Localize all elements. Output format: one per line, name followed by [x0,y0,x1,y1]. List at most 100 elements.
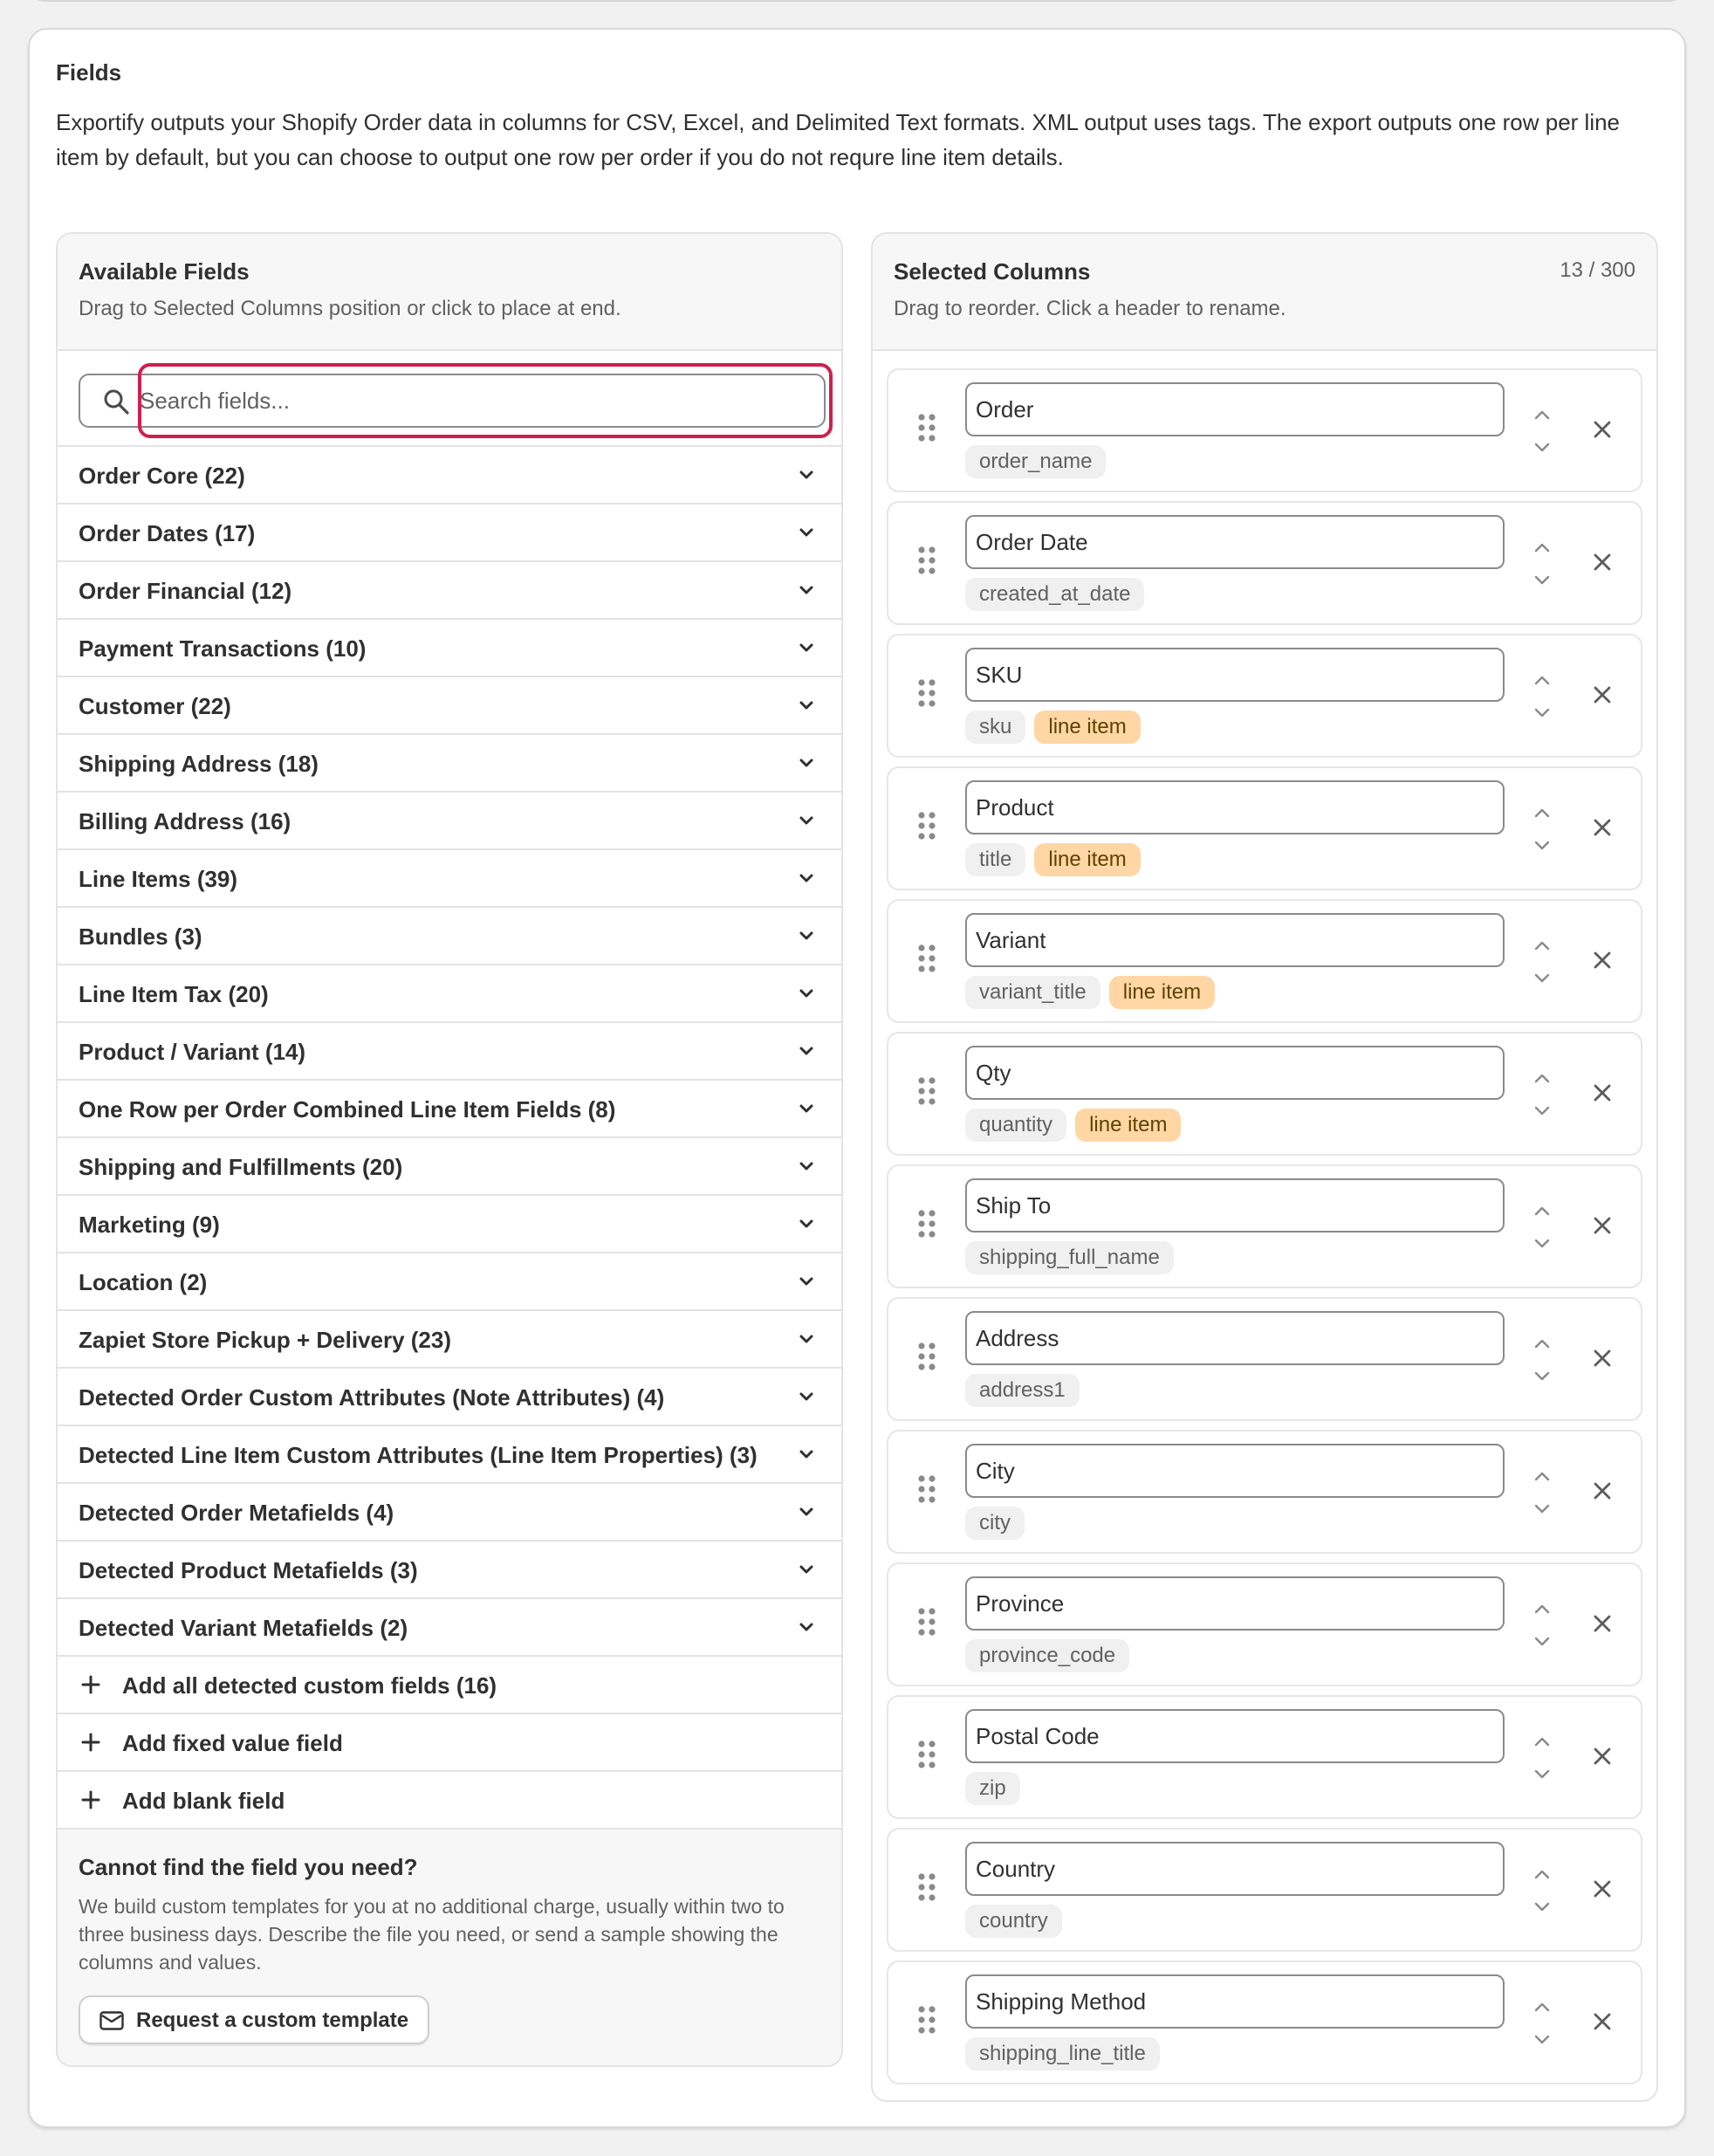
move-up-chevron-icon[interactable] [1532,409,1552,421]
category-row[interactable]: Detected Variant Metafields (2) [58,1599,841,1657]
move-down-chevron-icon[interactable] [1532,1901,1552,1913]
search-input[interactable] [140,376,820,425]
move-down-chevron-icon[interactable] [1532,972,1552,985]
drag-handle-icon[interactable] [916,677,937,709]
column-header-input[interactable] [965,648,1505,702]
move-up-chevron-icon[interactable] [1532,1072,1552,1084]
move-up-chevron-icon[interactable] [1532,807,1552,819]
selected-column-item[interactable]: country [887,1828,1642,1952]
selected-column-item[interactable]: created_at_date [887,501,1642,625]
category-row[interactable]: One Row per Order Combined Line Item Fie… [58,1081,841,1138]
drag-handle-icon[interactable] [916,810,937,841]
remove-column-x-icon[interactable] [1592,950,1613,971]
drag-handle-icon[interactable] [916,1739,937,1770]
drag-handle-icon[interactable] [916,412,937,443]
category-row[interactable]: Zapiet Store Pickup + Delivery (23) [58,1311,841,1369]
column-header-input[interactable] [965,515,1505,569]
selected-column-item[interactable]: zip [887,1695,1642,1819]
remove-column-x-icon[interactable] [1592,1878,1613,1899]
selected-column-item[interactable]: province_code [887,1562,1642,1686]
move-up-chevron-icon[interactable] [1532,1337,1552,1349]
column-header-input[interactable] [965,1842,1505,1896]
remove-column-x-icon[interactable] [1592,1480,1613,1501]
category-row[interactable]: Detected Order Custom Attributes (Note A… [58,1369,841,1426]
category-row[interactable]: Payment Transactions (10) [58,620,841,677]
drag-handle-icon[interactable] [916,943,937,974]
drag-handle-icon[interactable] [916,545,937,576]
category-row[interactable]: Product / Variant (14) [58,1023,841,1081]
column-header-input[interactable] [965,1576,1505,1631]
category-row[interactable]: Detected Line Item Custom Attributes (Li… [58,1426,841,1484]
remove-column-x-icon[interactable] [1592,552,1613,573]
column-header-input[interactable] [965,1046,1505,1100]
selected-column-item[interactable]: address1 [887,1297,1642,1421]
category-row[interactable]: Detected Order Metafields (4) [58,1484,841,1541]
selected-column-item[interactable]: city [887,1430,1642,1554]
selected-column-item[interactable]: order_name [887,368,1642,492]
search-box[interactable] [79,374,826,428]
remove-column-x-icon[interactable] [1592,1613,1613,1634]
category-row[interactable]: Marketing (9) [58,1196,841,1253]
category-row[interactable]: Location (2) [58,1253,841,1311]
category-row[interactable]: Shipping Address (18) [58,735,841,793]
move-up-chevron-icon[interactable] [1532,1470,1552,1482]
add-field-action[interactable]: Add blank field [58,1772,841,1830]
column-header-input[interactable] [965,1974,1505,2029]
move-down-chevron-icon[interactable] [1532,574,1552,587]
category-row[interactable]: Shipping and Fulfillments (20) [58,1138,841,1196]
move-up-chevron-icon[interactable] [1532,939,1552,951]
category-row[interactable]: Line Items (39) [58,850,841,908]
move-down-chevron-icon[interactable] [1532,1105,1552,1117]
move-up-chevron-icon[interactable] [1532,1735,1552,1747]
category-row[interactable]: Customer (22) [58,677,841,735]
move-down-chevron-icon[interactable] [1532,1370,1552,1383]
category-row[interactable]: Order Dates (17) [58,505,841,562]
remove-column-x-icon[interactable] [1592,817,1613,838]
drag-handle-icon[interactable] [916,1473,937,1505]
category-row[interactable]: Order Financial (12) [58,562,841,620]
column-header-input[interactable] [965,1709,1505,1763]
column-header-input[interactable] [965,913,1505,967]
category-row[interactable]: Detected Product Metafields (3) [58,1541,841,1599]
drag-handle-icon[interactable] [916,1871,937,1903]
column-header-input[interactable] [965,1444,1505,1498]
remove-column-x-icon[interactable] [1592,684,1613,705]
move-up-chevron-icon[interactable] [1532,2001,1552,2013]
selected-column-item[interactable]: shipping_line_title [887,1960,1642,2084]
selected-column-item[interactable]: variant_titleline item [887,899,1642,1023]
move-down-chevron-icon[interactable] [1532,1636,1552,1648]
drag-handle-icon[interactable] [916,2004,937,2036]
selected-column-item[interactable]: titleline item [887,766,1642,890]
add-field-action[interactable]: Add fixed value field [58,1714,841,1772]
drag-handle-icon[interactable] [916,1341,937,1372]
add-field-action[interactable]: Add all detected custom fields (16) [58,1657,841,1714]
drag-handle-icon[interactable] [916,1208,937,1239]
move-down-chevron-icon[interactable] [1532,1768,1552,1781]
move-up-chevron-icon[interactable] [1532,1603,1552,1615]
selected-column-item[interactable]: quantityline item [887,1032,1642,1156]
remove-column-x-icon[interactable] [1592,1348,1613,1369]
category-row[interactable]: Order Core (22) [58,447,841,505]
request-custom-template-button[interactable]: Request a custom template [79,1995,429,2044]
category-row[interactable]: Billing Address (16) [58,793,841,850]
move-up-chevron-icon[interactable] [1532,541,1552,553]
move-down-chevron-icon[interactable] [1532,840,1552,852]
remove-column-x-icon[interactable] [1592,419,1613,440]
move-down-chevron-icon[interactable] [1532,707,1552,719]
move-up-chevron-icon[interactable] [1532,674,1552,686]
move-down-chevron-icon[interactable] [1532,442,1552,454]
column-header-input[interactable] [965,382,1505,436]
column-header-input[interactable] [965,780,1505,834]
remove-column-x-icon[interactable] [1592,1215,1613,1236]
move-down-chevron-icon[interactable] [1532,2034,1552,2046]
selected-column-item[interactable]: shipping_full_name [887,1164,1642,1288]
category-row[interactable]: Bundles (3) [58,908,841,965]
move-down-chevron-icon[interactable] [1532,1503,1552,1515]
column-header-input[interactable] [965,1311,1505,1365]
selected-column-item[interactable]: skuline item [887,634,1642,758]
column-header-input[interactable] [965,1178,1505,1232]
move-up-chevron-icon[interactable] [1532,1868,1552,1880]
move-down-chevron-icon[interactable] [1532,1238,1552,1250]
remove-column-x-icon[interactable] [1592,1082,1613,1103]
remove-column-x-icon[interactable] [1592,2011,1613,2032]
